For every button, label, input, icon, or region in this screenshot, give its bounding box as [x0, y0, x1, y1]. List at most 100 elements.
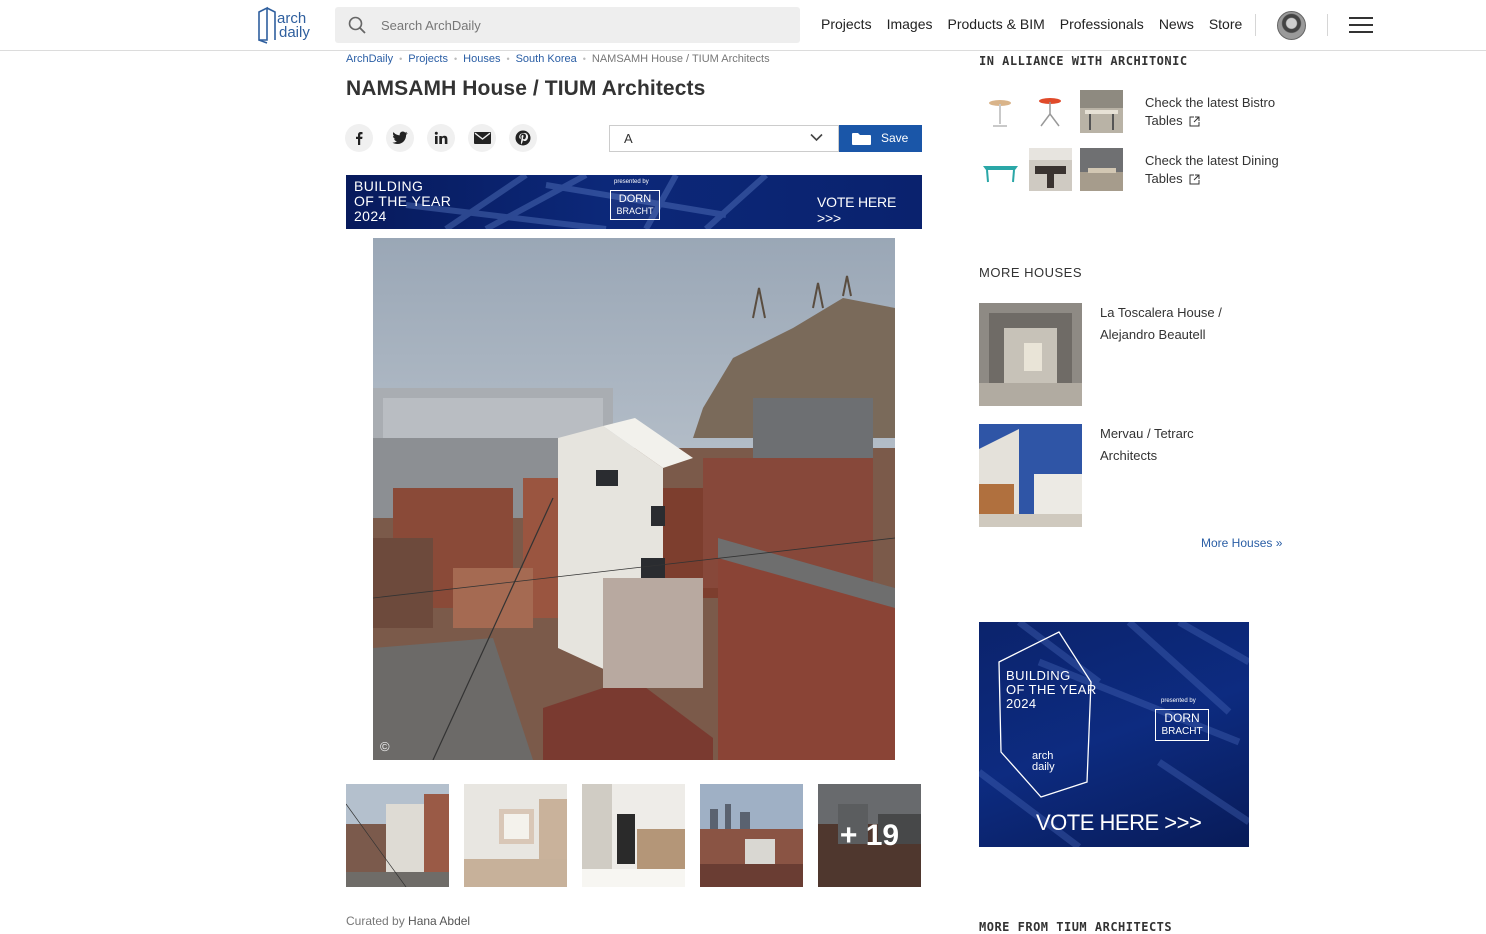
bistro-table-2[interactable] [1029, 90, 1072, 133]
logo-text: arch daily [277, 11, 310, 41]
house-image [979, 303, 1082, 406]
top-navigation-bar: arch daily Projects Images Products & BI… [0, 0, 1486, 51]
product-image [1080, 90, 1123, 133]
building-of-the-year-banner[interactable]: BUILDING OF THE YEAR 2024 presented by D… [346, 175, 922, 229]
breadcrumb-houses[interactable]: Houses [463, 53, 500, 65]
breadcrumb-archdaily[interactable]: ArchDaily [346, 53, 393, 65]
nav-projects[interactable]: Projects [821, 16, 872, 32]
main-nav: Projects Images Products & BIM Professio… [821, 16, 1257, 32]
ad-brand-line2: BRACHT [1161, 726, 1203, 737]
ad-title-line2: OF THE YEAR [1006, 682, 1097, 697]
more-house-2-image[interactable] [979, 424, 1082, 527]
ad-presented-by: presented by [1161, 698, 1196, 704]
more-house-1-title[interactable]: La Toscalera House / Alejandro Beautell [1100, 302, 1250, 346]
alliance-link-dining[interactable]: Check the latest Dining Tables [1145, 152, 1295, 188]
search-input[interactable] [381, 7, 781, 43]
product-image [1080, 148, 1123, 191]
nav-store[interactable]: Store [1209, 16, 1242, 32]
brand-line1: DORN [618, 193, 652, 205]
thumbnail-1[interactable] [346, 784, 449, 887]
product-image [979, 148, 1022, 191]
bistro-table-3[interactable] [1080, 90, 1123, 133]
breadcrumb-projects[interactable]: Projects [408, 53, 448, 65]
breadcrumb-current: NAMSAMH House / TIUM Architects [591, 53, 770, 65]
folder-select[interactable]: A [609, 125, 839, 152]
house-image [979, 424, 1082, 527]
alliance-heading: IN ALLIANCE WITH ARCHITONIC [979, 54, 1188, 68]
share-linkedin-button[interactable] [427, 124, 455, 152]
share-email-button[interactable] [468, 124, 496, 152]
dining-table-1[interactable] [979, 148, 1022, 191]
breadcrumb-separator: • [506, 54, 510, 64]
breadcrumb-separator: • [399, 54, 403, 64]
more-house-1-image[interactable] [979, 303, 1082, 406]
twitter-icon [392, 131, 408, 144]
thumbnail-more[interactable]: + 19 [818, 784, 921, 887]
linkedin-icon [434, 131, 448, 144]
nav-news[interactable]: News [1159, 16, 1194, 32]
ad-title-line3: 2024 [1006, 696, 1037, 711]
ad-title: BUILDING OF THE YEAR 2024 [1006, 669, 1097, 711]
more-from-architect-heading: MORE FROM TIUM ARCHITECTS [979, 920, 1173, 934]
alliance-link-bistro[interactable]: Check the latest Bistro Tables [1145, 94, 1295, 130]
hero-photo-image [373, 238, 895, 760]
share-twitter-button[interactable] [386, 124, 414, 152]
bistro-table-1[interactable] [979, 90, 1022, 133]
hamburger-menu-icon[interactable] [1349, 17, 1373, 34]
search-bar [335, 7, 800, 43]
nav-divider [1255, 14, 1256, 36]
user-avatar[interactable] [1277, 11, 1306, 40]
nav-images[interactable]: Images [887, 16, 933, 32]
save-button-label: Save [881, 131, 909, 145]
product-image [1029, 90, 1072, 133]
logo-text-daily: daily [279, 24, 310, 41]
search-icon[interactable] [348, 16, 366, 34]
save-button[interactable]: Save [839, 125, 922, 152]
ad-brand-line1: DORN [1164, 711, 1200, 725]
curated-by-label: Curated by [346, 914, 405, 928]
breadcrumb-south-korea[interactable]: South Korea [516, 53, 577, 65]
nav-professionals[interactable]: Professionals [1060, 16, 1144, 32]
share-facebook-button[interactable] [345, 124, 373, 152]
share-buttons [345, 124, 537, 152]
product-image [1029, 148, 1072, 191]
hero-photo[interactable]: © [373, 238, 895, 760]
product-image [979, 90, 1022, 133]
sidebar-building-of-the-year-ad[interactable]: BUILDING OF THE YEAR 2024 presented by D… [979, 622, 1249, 847]
page-title: NAMSAMH House / TIUM Architects [346, 77, 706, 100]
curated-by: Curated by Hana Abdel [346, 914, 470, 928]
brand-line2: BRACHT [616, 206, 654, 216]
ad-dornbracht-logo: DORN BRACHT [1155, 709, 1209, 741]
banner-title-line1: BUILDING [354, 178, 424, 194]
ad-title-line1: BUILDING [1006, 668, 1071, 683]
folder-icon [852, 133, 871, 145]
email-icon [473, 132, 491, 144]
curator-link[interactable]: Hana Abdel [408, 914, 470, 928]
banner-title-line2: OF THE YEAR [354, 193, 452, 209]
chevron-down-icon [810, 133, 823, 142]
banner-title-line3: 2024 [354, 208, 387, 224]
pinterest-icon [515, 130, 531, 146]
share-pinterest-button[interactable] [509, 124, 537, 152]
external-link-icon [1189, 116, 1200, 127]
copyright-icon[interactable]: © [380, 739, 390, 754]
breadcrumb: ArchDaily • Projects • Houses • South Korea • NA… [346, 53, 770, 65]
more-houses-heading: MORE HOUSES [979, 265, 1083, 280]
ad-logo-daily: daily [1032, 761, 1055, 773]
curator-name: Hana Abdel [408, 914, 471, 928]
banner-presented-by: presented by [614, 179, 649, 185]
nav-products-bim[interactable]: Products & BIM [948, 16, 1045, 32]
nav-divider [1327, 14, 1328, 36]
thumbnail-image [700, 784, 803, 887]
more-house-2-title[interactable]: Mervau / Tetrarc Architects [1100, 423, 1250, 467]
thumbnail-4[interactable] [700, 784, 803, 887]
dining-table-2[interactable] [1029, 148, 1072, 191]
breadcrumb-separator: • [453, 54, 458, 64]
thumbnail-2[interactable] [464, 784, 567, 887]
ad-vote-cta: VOTE HERE >>> [1036, 810, 1202, 835]
folder-select-value: A [624, 131, 633, 146]
more-houses-link[interactable]: More Houses » [1201, 536, 1282, 550]
photo-thumbnails: + 19 [346, 784, 921, 887]
thumbnail-3[interactable] [582, 784, 685, 887]
dining-table-3[interactable] [1080, 148, 1123, 191]
